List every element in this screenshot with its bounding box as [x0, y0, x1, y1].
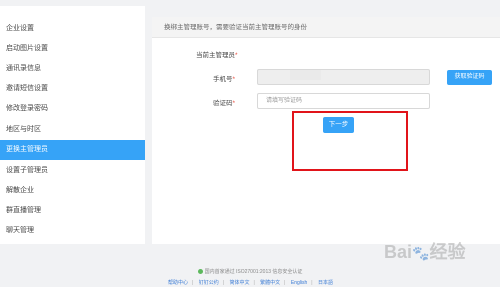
sidebar-item-live-management[interactable]: 群直播管理: [0, 201, 145, 221]
verification-code-input[interactable]: 请填写验证码: [257, 93, 430, 109]
sidebar-item-launch-image[interactable]: 启动图片设置: [0, 39, 145, 59]
current-admin-label: 当前主管理员*: [196, 52, 238, 59]
get-code-button[interactable]: 获取验证码: [447, 70, 492, 85]
watermark: Bai🐾经验: [384, 242, 466, 262]
footer-link-simplified-chinese[interactable]: 简体中文: [229, 280, 249, 286]
sidebar-item-change-admin[interactable]: 更换主管理员: [0, 140, 145, 160]
phone-label: 手机号*: [213, 76, 236, 83]
annotation-highlight-box: [292, 111, 408, 171]
settings-sidebar: 企业设置 启动图片设置 通讯录信息 邀请短信设置 修改登录密码 地区与时区 更换…: [0, 6, 145, 244]
footer-link-help[interactable]: 帮助中心: [168, 280, 188, 286]
sidebar-item-region-timezone[interactable]: 地区与时区: [0, 120, 145, 140]
paw-icon: 🐾: [412, 245, 430, 261]
sidebar-item-dissolve-enterprise[interactable]: 解散企业: [0, 181, 145, 201]
panel-header: 换绑主管理账号，需要验证当前主管理账号的身份: [152, 17, 500, 38]
sidebar-item-sub-admin[interactable]: 设置子管理员: [0, 161, 145, 181]
sidebar-item-contacts-info[interactable]: 通讯录信息: [0, 59, 145, 79]
redacted-phone-mask: [290, 70, 321, 80]
footer-link-english[interactable]: English: [291, 280, 307, 286]
code-label: 验证码*: [213, 100, 236, 107]
footer-links: 帮助中心 | 钉钉公约 | 简体中文 | 繁體中文 | English | 日本語: [168, 280, 333, 286]
certified-icon: [197, 269, 203, 275]
footer-link-convention[interactable]: 钉钉公约: [199, 280, 219, 286]
sidebar-item-enterprise-settings[interactable]: 企业设置: [0, 19, 145, 39]
phone-field: [257, 69, 430, 85]
footer-link-japanese[interactable]: 日本語: [318, 280, 333, 286]
footer-link-traditional-chinese[interactable]: 繁體中文: [260, 280, 280, 286]
sidebar-item-invite-sms[interactable]: 邀请短信设置: [0, 79, 145, 99]
security-certification-note: 国内首家通过 ISO27001:2013 信息安全认证: [0, 268, 500, 275]
sidebar-item-chat-management[interactable]: 聊天管理: [0, 221, 145, 241]
sidebar-item-change-password[interactable]: 修改登录密码: [0, 99, 145, 119]
